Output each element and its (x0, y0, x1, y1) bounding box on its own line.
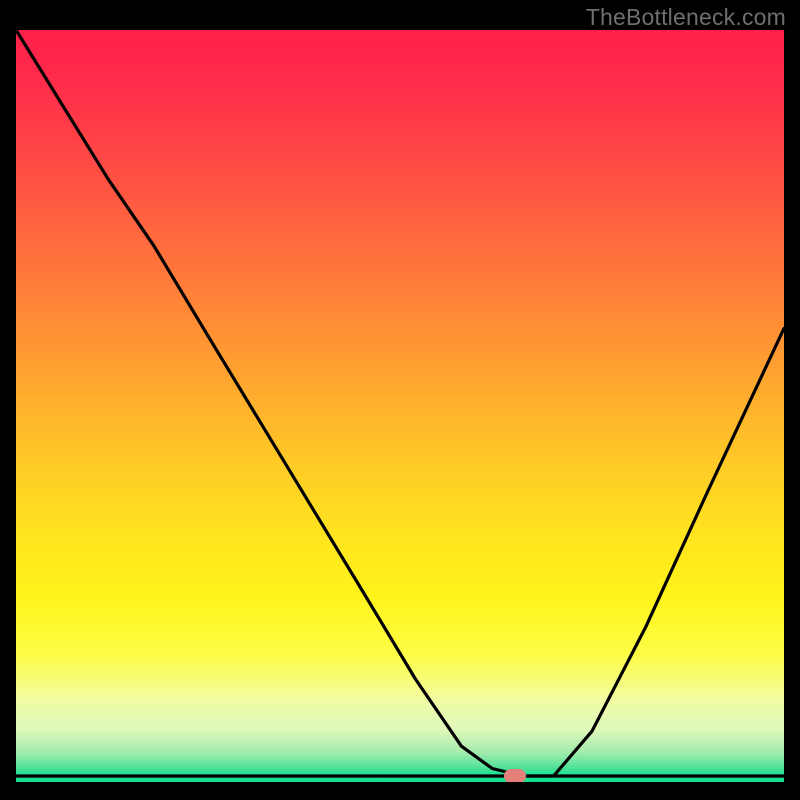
bottleneck-curve-path (16, 30, 784, 776)
chart-frame: TheBottleneck.com (0, 0, 800, 800)
curve-svg (16, 30, 784, 782)
optimal-marker (504, 769, 526, 782)
watermark-text: TheBottleneck.com (586, 4, 786, 31)
plot-area (16, 30, 784, 782)
